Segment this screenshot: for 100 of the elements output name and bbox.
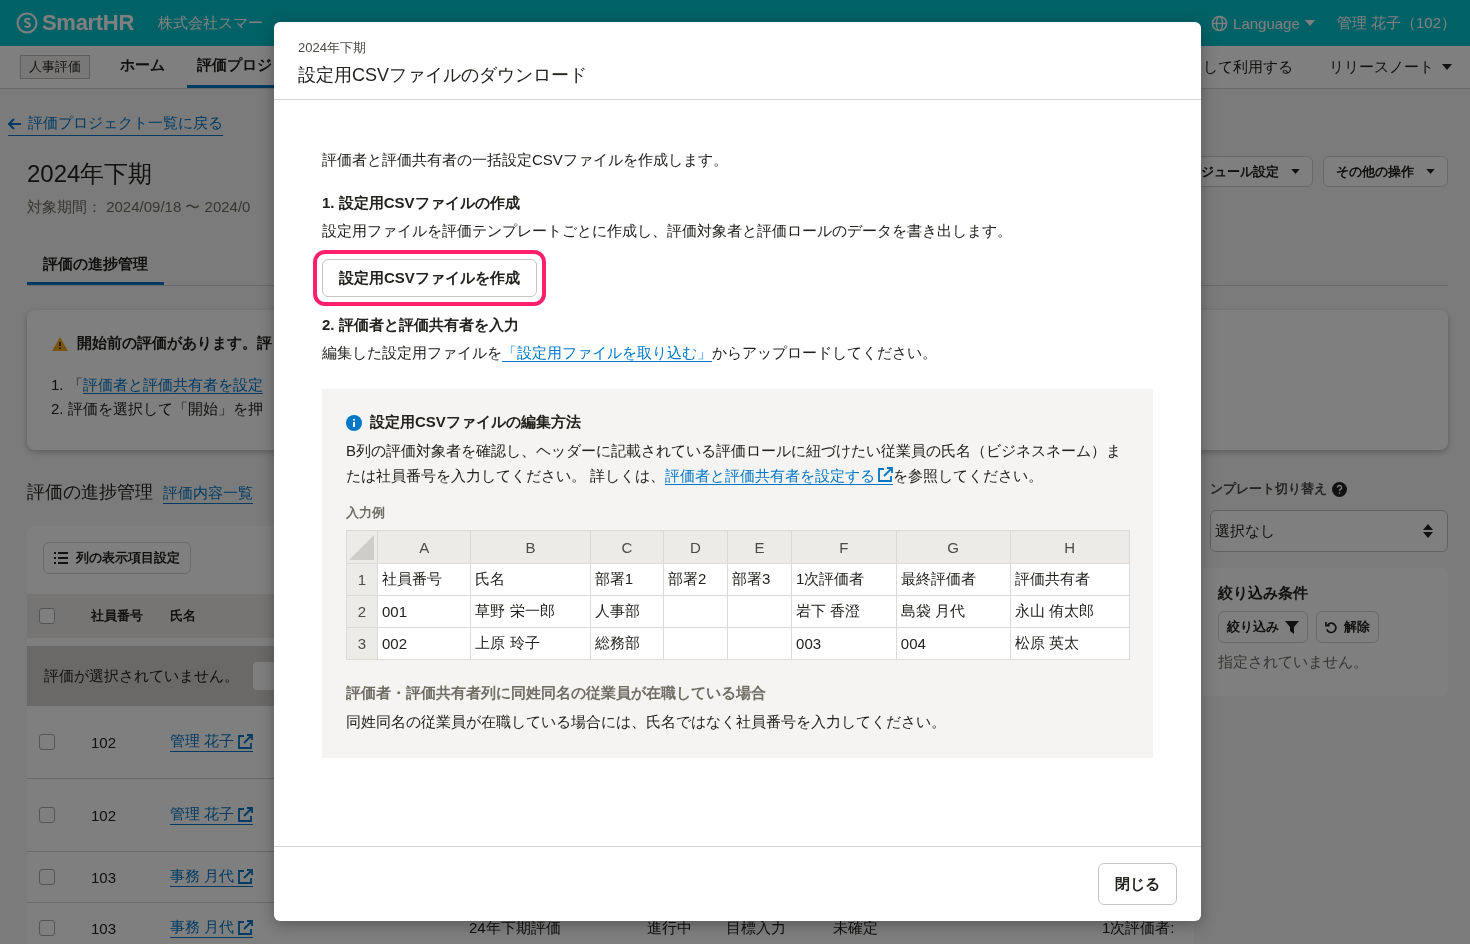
- column-header: H: [1010, 530, 1130, 564]
- row-header: 2: [346, 595, 378, 628]
- column-header: 氏名: [170, 607, 196, 625]
- table-cell-text: 1次評価者:: [1102, 918, 1176, 938]
- sheet-cell: 004: [896, 627, 1011, 660]
- column-header: C: [590, 530, 664, 564]
- checkbox[interactable]: [39, 920, 55, 936]
- table-cell-text: 102: [91, 806, 118, 824]
- clear-button[interactable]: 解除: [1316, 611, 1379, 643]
- column-settings-button[interactable]: 列の表示項目設定: [43, 542, 191, 574]
- table-cell-text: 103: [91, 919, 118, 937]
- sheet-cell: 氏名: [470, 563, 591, 596]
- sheet-cell: 上原 玲子: [470, 627, 591, 660]
- row-header: 3: [346, 627, 378, 660]
- company-name: 株式会社スマー: [158, 13, 264, 33]
- external-link-icon: [237, 868, 254, 885]
- modal-title: 設定用CSVファイルのダウンロード: [298, 64, 588, 87]
- employee-link[interactable]: 管理 花子: [170, 732, 254, 752]
- template-select[interactable]: 選択なし: [1210, 510, 1448, 552]
- step-heading: 2. 評価者と評価共有者を入力: [322, 316, 520, 335]
- page-title: 2024年下期: [27, 159, 154, 189]
- column-header: E: [727, 530, 792, 564]
- field-label: ンプレート切り替え: [1210, 480, 1327, 498]
- table-cell-text: 未確定: [833, 918, 879, 938]
- column-header: B: [470, 530, 591, 564]
- arrow-left-icon: [8, 117, 22, 130]
- table-cell-text: 進行中: [647, 918, 693, 938]
- step-heading: 1. 設定用CSVファイルの作成: [322, 194, 521, 213]
- info-text: B列の評価対象者を確認し、ヘッダーに記載されている評価ロールに紐づけたい従業員の氏名（ビジネスネーム）または社員番号を入力してください。 詳しくは、評価者と評価共有者を設定する を参照してください。: [346, 441, 1122, 487]
- undo-icon: [1325, 620, 1338, 634]
- help-icon[interactable]: [1332, 481, 1347, 497]
- list-link[interactable]: 評価内容一覧: [163, 484, 253, 504]
- sheet-cell: 1次評価者: [791, 563, 897, 596]
- checkbox[interactable]: [39, 869, 55, 885]
- sort-arrows-icon: [1423, 524, 1433, 538]
- warning-icon: [51, 335, 69, 352]
- checkbox[interactable]: [39, 807, 55, 823]
- sheet-cell: 002: [377, 627, 471, 660]
- caret-icon: [1426, 169, 1435, 174]
- sheet-cell: 永山 侑太郎: [1010, 595, 1130, 628]
- nav-tab[interactable]: ホーム: [110, 46, 175, 88]
- section-title: 評価の進捗管理: [27, 481, 153, 504]
- alert-title: 開始前の評価があります。評: [77, 334, 272, 353]
- back-link[interactable]: 評価プロジェクト一覧に戻る: [8, 114, 223, 136]
- import-link[interactable]: 「設定用ファイルを取り込む」: [502, 344, 712, 362]
- create-csv-button[interactable]: 設定用CSVファイルを作成: [322, 259, 537, 297]
- sheet-cell: 松原 英太: [1010, 627, 1130, 660]
- note-title: 評価者・評価共有者列に同姓同名の従業員が在職している場合: [346, 684, 767, 703]
- employee-link[interactable]: 管理 花子: [170, 805, 254, 825]
- column-header: G: [896, 530, 1011, 564]
- dropdown-button[interactable]: その他の操作: [1323, 156, 1448, 187]
- sheet-cell: 部署2: [663, 563, 728, 596]
- sheet-cell: 人事部: [590, 595, 664, 628]
- external-link-icon: [877, 467, 894, 483]
- table-cell-text: 目標入力: [726, 918, 787, 938]
- employee-link[interactable]: 事務 月代: [170, 918, 254, 938]
- column-header: A: [377, 530, 471, 564]
- sheet-cell: 部署1: [590, 563, 664, 596]
- help-link[interactable]: 評価者と評価共有者を設定する: [665, 467, 894, 485]
- sheet-cell: 001: [377, 595, 471, 628]
- note-text: 同姓同名の従業員が在職している場合には、氏名ではなく社員番号を入力してください。: [346, 713, 947, 732]
- table-cell-text: 103: [91, 868, 118, 886]
- filter-button[interactable]: 絞り込み: [1218, 611, 1308, 643]
- close-button[interactable]: 閉じる: [1098, 863, 1177, 905]
- column-header: 社員番号: [91, 607, 143, 625]
- intro-text: 評価者と評価共有者の一括設定CSVファイルを作成します。: [322, 150, 729, 170]
- column-header: D: [663, 530, 728, 564]
- globe-icon: [1211, 14, 1229, 32]
- caret-icon: [1304, 20, 1315, 26]
- sheet-cell: 最終評価者: [896, 563, 1011, 596]
- list-icon: [54, 552, 68, 564]
- sheet-cell: 評価共有者: [1010, 563, 1130, 596]
- employee-link[interactable]: 事務 月代: [170, 867, 254, 887]
- caret-icon: [1291, 169, 1300, 174]
- external-link-icon: [237, 919, 254, 936]
- tab[interactable]: 評価の進捗管理: [27, 249, 164, 285]
- checkbox[interactable]: [39, 734, 55, 750]
- filter-icon: [1285, 620, 1299, 634]
- table-cell-text: 24年下期評価: [469, 918, 562, 938]
- sheet-cell: 岩下 香澄: [791, 595, 897, 628]
- sheet-cell: 社員番号: [377, 563, 471, 596]
- modal-subtitle: 2024年下期: [298, 39, 367, 57]
- sheet-cell: 部署3: [727, 563, 792, 596]
- caret-icon: [1442, 64, 1452, 70]
- checkbox[interactable]: [39, 608, 55, 624]
- filter-status: 指定されていません。: [1218, 653, 1369, 672]
- nav-menu[interactable]: リリースノート: [1311, 46, 1470, 88]
- alert-link[interactable]: 評価者と評価共有者を設定: [82, 376, 263, 394]
- sheet-cell: 003: [791, 627, 897, 660]
- app-tag: 人事評価: [20, 55, 90, 79]
- step-text: 設定用ファイルを評価テンプレートごとに作成し、評価対象者と評価ロールのデータを書き出します。: [322, 221, 1013, 241]
- external-link-icon: [237, 806, 254, 823]
- sheet-corner: [346, 530, 378, 564]
- period-text: 対象期間： 2024/09/18 〜 2024/0: [27, 198, 251, 217]
- logo-icon: [16, 12, 38, 34]
- example-label: 入力例: [346, 504, 386, 522]
- sheet-cell: 総務部: [590, 627, 664, 660]
- info-icon: [346, 414, 362, 431]
- sheet-cell: 草野 栄一郎: [470, 595, 591, 628]
- filter-title: 絞り込み条件: [1218, 584, 1309, 603]
